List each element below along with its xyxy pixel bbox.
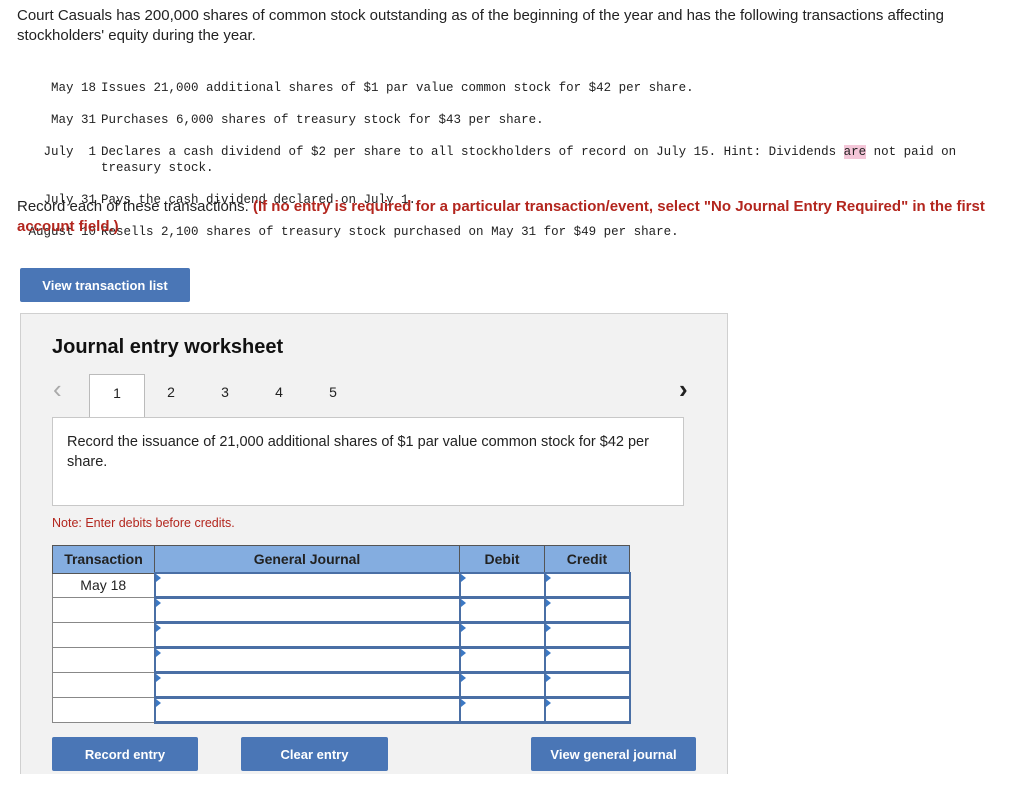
debit-input[interactable] bbox=[458, 572, 546, 599]
clear-entry-button[interactable]: Clear entry bbox=[241, 737, 388, 771]
account-input[interactable] bbox=[153, 621, 461, 649]
worksheet-title: Journal entry worksheet bbox=[52, 336, 284, 358]
credit-input[interactable] bbox=[543, 646, 631, 674]
credit-input[interactable] bbox=[543, 596, 631, 624]
tab-1[interactable]: 1 bbox=[89, 374, 145, 418]
debit-input[interactable] bbox=[458, 621, 546, 649]
tab-5[interactable]: 5 bbox=[319, 374, 347, 410]
transaction-cell bbox=[52, 622, 155, 648]
prev-arrow-icon[interactable]: ‹ bbox=[53, 374, 62, 404]
tab-2[interactable]: 2 bbox=[157, 374, 185, 410]
transaction-item: May 31 Purchases 6,000 shares of treasury… bbox=[50, 113, 544, 127]
view-transaction-list-button[interactable]: View transaction list bbox=[20, 268, 190, 302]
table-row bbox=[52, 671, 631, 699]
table-row bbox=[52, 646, 631, 674]
tab-4[interactable]: 4 bbox=[265, 374, 293, 410]
credit-input[interactable] bbox=[543, 696, 631, 724]
transaction-cell: May 18 bbox=[52, 572, 155, 598]
table-row bbox=[52, 596, 631, 624]
debit-input[interactable] bbox=[458, 596, 546, 624]
credit-input[interactable] bbox=[543, 671, 631, 699]
transaction-cell bbox=[52, 672, 155, 698]
col-credit: Credit bbox=[544, 545, 630, 574]
journal-table: Transaction General Journal Debit Credit Ma… bbox=[52, 545, 631, 724]
credit-input[interactable] bbox=[543, 572, 631, 599]
col-general-journal: General Journal bbox=[154, 545, 460, 574]
problem-intro: Court Casuals has 200,000 shares of comm… bbox=[17, 7, 944, 44]
table-row bbox=[52, 696, 631, 724]
account-input[interactable] bbox=[153, 596, 461, 624]
transaction-item: July 1 Declares a cash dividend of $2 per… bbox=[43, 145, 957, 175]
record-entry-button[interactable]: Record entry bbox=[52, 737, 198, 771]
instruction: Record each of these transactions. (If n… bbox=[17, 198, 985, 235]
debit-input[interactable] bbox=[458, 696, 546, 724]
credit-input[interactable] bbox=[543, 621, 631, 649]
account-input[interactable] bbox=[153, 671, 461, 699]
col-debit: Debit bbox=[459, 545, 545, 574]
account-input[interactable] bbox=[153, 696, 461, 724]
transaction-cell bbox=[52, 697, 155, 723]
tab-3[interactable]: 3 bbox=[211, 374, 239, 410]
table-row: May 18 bbox=[52, 572, 631, 599]
transaction-cell bbox=[52, 597, 155, 623]
table-row bbox=[52, 621, 631, 649]
transaction-cell bbox=[52, 647, 155, 673]
account-input[interactable] bbox=[153, 572, 461, 599]
debit-input[interactable] bbox=[458, 671, 546, 699]
question-box: Record the issuance of 21,000 additional… bbox=[52, 417, 684, 506]
col-transaction: Transaction bbox=[52, 545, 155, 574]
note: Note: Enter debits before credits. bbox=[52, 516, 235, 530]
transaction-item: May 18 Issues 21,000 additional shares of… bbox=[50, 81, 694, 95]
view-general-journal-button[interactable]: View general journal bbox=[531, 737, 696, 771]
account-input[interactable] bbox=[153, 646, 461, 674]
next-arrow-icon[interactable]: › bbox=[679, 374, 688, 404]
journal-worksheet-panel: Journal entry worksheet ‹ 1 2 3 4 5 › Re… bbox=[20, 313, 728, 774]
debit-input[interactable] bbox=[458, 646, 546, 674]
